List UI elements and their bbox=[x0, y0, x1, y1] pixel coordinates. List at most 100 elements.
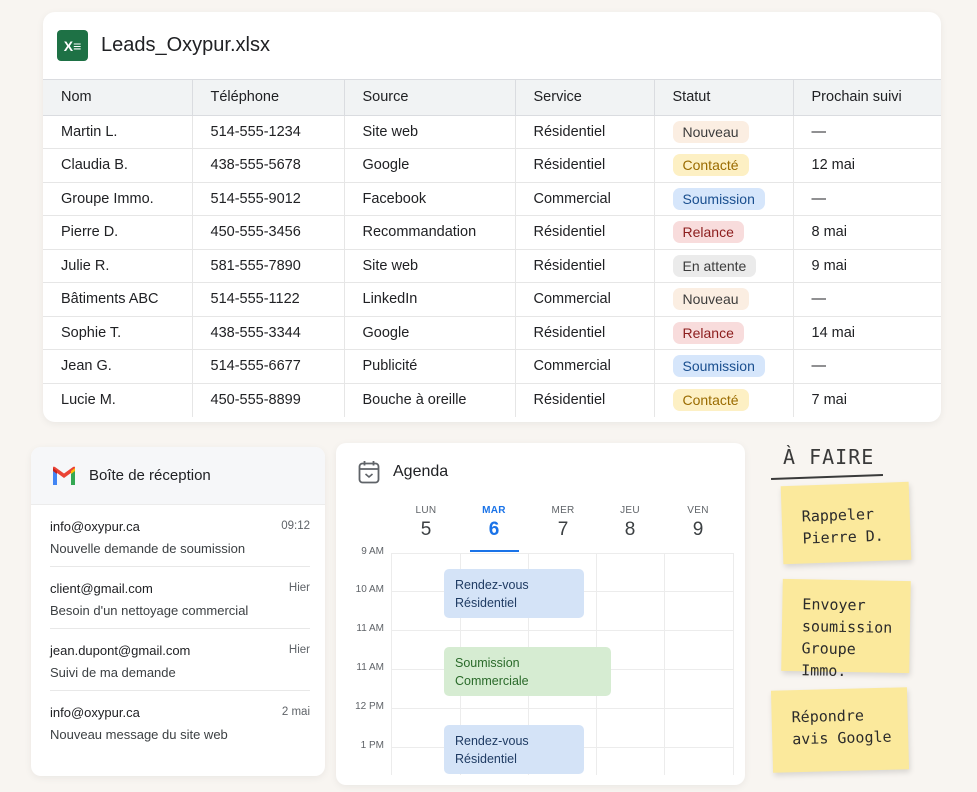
column-header[interactable]: Statut bbox=[654, 80, 794, 116]
cell-nom[interactable]: Groupe Immo. bbox=[43, 182, 193, 216]
day-number: 6 bbox=[488, 519, 500, 540]
cell-service[interactable]: Commercial bbox=[515, 182, 655, 216]
cell-tel[interactable]: 450-555-3456 bbox=[192, 215, 345, 250]
email-item[interactable]: jean.dupont@gmail.com Hier Suivi de ma dem… bbox=[50, 629, 310, 691]
table-row[interactable]: Groupe Immo. 514-555-9012 Facebook Commerci… bbox=[43, 182, 941, 216]
table-row[interactable]: Lucie M. 450-555-8899 Bouche à oreille Rési… bbox=[43, 383, 941, 417]
email-item[interactable]: client@gmail.com Hier Besoin d'un nettoyag… bbox=[50, 567, 310, 629]
day-number: 9 bbox=[692, 519, 704, 540]
cell-nom[interactable]: Jean G. bbox=[43, 349, 193, 384]
cell-nom[interactable]: Pierre D. bbox=[43, 215, 193, 250]
cell-suivi[interactable]: 12 mai bbox=[793, 148, 941, 183]
cell-statut[interactable]: Soumission bbox=[654, 182, 794, 216]
cell-suivi[interactable]: — bbox=[793, 182, 941, 216]
table-row[interactable]: Martin L. 514-555-1234 Site web Résidentiel… bbox=[43, 115, 941, 149]
cell-source[interactable]: Bouche à oreille bbox=[344, 383, 516, 417]
column-header[interactable]: Nom bbox=[43, 80, 193, 116]
cell-service[interactable]: Résidentiel bbox=[515, 316, 655, 350]
column-header[interactable]: Téléphone bbox=[192, 80, 345, 116]
cell-service[interactable]: Résidentiel bbox=[515, 215, 655, 250]
cell-suivi[interactable]: 14 mai bbox=[793, 316, 941, 350]
cell-tel[interactable]: 514-555-1122 bbox=[192, 282, 345, 317]
cell-nom[interactable]: Julie R. bbox=[43, 249, 193, 283]
column-header[interactable]: Service bbox=[515, 80, 655, 116]
cell-source[interactable]: LinkedIn bbox=[344, 282, 516, 317]
day-column-header[interactable]: MER 7 bbox=[533, 505, 593, 541]
file-name: Leads_Oxypur.xlsx bbox=[101, 34, 270, 56]
cell-tel[interactable]: 438-555-3344 bbox=[192, 316, 345, 350]
cell-nom[interactable]: Martin L. bbox=[43, 115, 193, 149]
cell-statut[interactable]: Nouveau bbox=[654, 115, 794, 149]
day-column-header[interactable]: LUN 5 bbox=[396, 505, 456, 541]
cell-service[interactable]: Résidentiel bbox=[515, 115, 655, 149]
calendar-event[interactable]: Rendez-vous Résidentiel bbox=[444, 569, 584, 618]
cell-tel[interactable]: 514-555-6677 bbox=[192, 349, 345, 384]
status-badge: Nouveau bbox=[672, 288, 749, 311]
cell-suivi[interactable]: — bbox=[793, 349, 941, 384]
email-sender: jean.dupont@gmail.com bbox=[50, 643, 191, 658]
cell-tel[interactable]: 438-555-5678 bbox=[192, 148, 345, 183]
cell-suivi[interactable]: — bbox=[793, 282, 941, 317]
cell-tel[interactable]: 450-555-8899 bbox=[192, 383, 345, 417]
cell-suivi[interactable]: — bbox=[793, 115, 941, 149]
email-item[interactable]: info@oxypur.ca 09:12 Nouvelle demande de s… bbox=[50, 505, 310, 567]
cell-source[interactable]: Google bbox=[344, 316, 516, 350]
cell-statut[interactable]: Contacté bbox=[654, 148, 794, 183]
status-badge: Relance bbox=[672, 321, 744, 344]
cell-source[interactable]: Facebook bbox=[344, 182, 516, 216]
table-row[interactable]: Jean G. 514-555-6677 Publicité Commercial So… bbox=[43, 349, 941, 384]
cell-source[interactable]: Recommandation bbox=[344, 215, 516, 250]
sticky-note[interactable]: Rappeler Pierre D. bbox=[780, 481, 912, 565]
day-name: LUN bbox=[415, 505, 437, 516]
event-subtitle: Résidentiel bbox=[455, 596, 517, 610]
email-list: info@oxypur.ca 09:12 Nouvelle demande de s… bbox=[31, 505, 325, 753]
calendar-event[interactable]: Soumission Commerciale bbox=[444, 647, 611, 696]
cell-tel[interactable]: 514-555-1234 bbox=[192, 115, 345, 149]
cell-nom[interactable]: Bâtiments ABC bbox=[43, 282, 193, 317]
cell-source[interactable]: Site web bbox=[344, 249, 516, 283]
table-row[interactable]: Claudia B. 438-555-5678 Google Résidentiel C… bbox=[43, 148, 941, 183]
cell-source[interactable]: Publicité bbox=[344, 349, 516, 384]
event-title: Rendez-vous bbox=[455, 734, 529, 748]
cell-service[interactable]: Commercial bbox=[515, 349, 655, 384]
day-column-header[interactable]: JEU 8 bbox=[600, 505, 660, 541]
cell-statut[interactable]: Soumission bbox=[654, 349, 794, 384]
table-row[interactable]: Sophie T. 438-555-3344 Google Résidentiel Re… bbox=[43, 316, 941, 350]
calendar-event[interactable]: Rendez-vous Résidentiel bbox=[444, 725, 584, 774]
day-column-header[interactable]: MAR 6 bbox=[464, 505, 524, 541]
cell-service[interactable]: Résidentiel bbox=[515, 383, 655, 417]
cell-statut[interactable]: Relance bbox=[654, 215, 794, 250]
cell-suivi[interactable]: 7 mai bbox=[793, 383, 941, 417]
cell-nom[interactable]: Sophie T. bbox=[43, 316, 193, 350]
cell-service[interactable]: Résidentiel bbox=[515, 148, 655, 183]
email-sender: info@oxypur.ca bbox=[50, 519, 140, 534]
column-header[interactable]: Prochain suivi bbox=[793, 80, 941, 116]
day-column-header[interactable]: VEN 9 bbox=[668, 505, 728, 541]
gmail-icon bbox=[53, 466, 75, 485]
email-item[interactable]: info@oxypur.ca 2 mai Nouveau message du si… bbox=[50, 691, 310, 753]
table-row[interactable]: Julie R. 581-555-7890 Site web Résidentiel E… bbox=[43, 249, 941, 283]
cell-nom[interactable]: Lucie M. bbox=[43, 383, 193, 417]
cell-source[interactable]: Google bbox=[344, 148, 516, 183]
cell-suivi[interactable]: 8 mai bbox=[793, 215, 941, 250]
table-row[interactable]: Pierre D. 450-555-3456 Recommandation Résid… bbox=[43, 215, 941, 250]
cell-statut[interactable]: Nouveau bbox=[654, 282, 794, 317]
cell-tel[interactable]: 581-555-7890 bbox=[192, 249, 345, 283]
cell-suivi[interactable]: 9 mai bbox=[793, 249, 941, 283]
sticky-note[interactable]: Envoyer soumission Groupe Immo. bbox=[781, 578, 911, 680]
cell-statut[interactable]: Contacté bbox=[654, 383, 794, 417]
cell-source[interactable]: Site web bbox=[344, 115, 516, 149]
table-row[interactable]: Bâtiments ABC 514-555-1122 LinkedIn Commerc… bbox=[43, 282, 941, 317]
event-subtitle: Commerciale bbox=[455, 674, 529, 688]
sticky-note[interactable]: Répondre avis Google bbox=[770, 687, 910, 773]
column-header[interactable]: Source bbox=[344, 80, 516, 116]
todo-heading: À FAIRE bbox=[783, 445, 875, 469]
cell-tel[interactable]: 514-555-9012 bbox=[192, 182, 345, 216]
cell-service[interactable]: Résidentiel bbox=[515, 249, 655, 283]
cell-statut[interactable]: Relance bbox=[654, 316, 794, 350]
active-day-indicator bbox=[470, 550, 519, 552]
cell-nom[interactable]: Claudia B. bbox=[43, 148, 193, 183]
cell-statut[interactable]: En attente bbox=[654, 249, 794, 283]
cell-service[interactable]: Commercial bbox=[515, 282, 655, 317]
hour-gridline bbox=[391, 553, 734, 554]
